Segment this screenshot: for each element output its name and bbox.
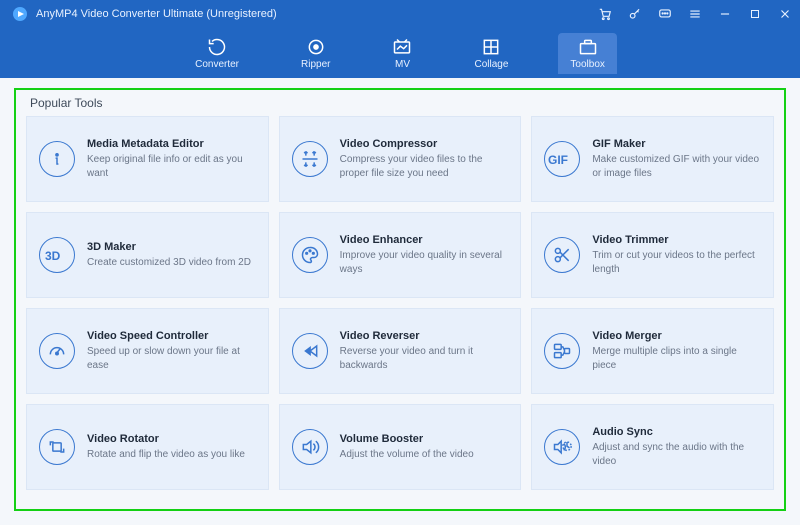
titlebar-row: AnyMP4 Video Converter Ultimate (Unregis… (0, 0, 800, 28)
app-window: AnyMP4 Video Converter Ultimate (Unregis… (0, 0, 800, 525)
tool-text: Video Speed Controller Speed up or slow d… (87, 330, 256, 372)
tool-text: Media Metadata Editor Keep original file … (87, 138, 256, 180)
tool-title: Audio Sync (592, 426, 761, 438)
tool-card-video-speed-controller[interactable]: Video Speed Controller Speed up or slow d… (26, 308, 269, 394)
tool-title: Video Merger (592, 330, 761, 342)
tool-card-video-rotator[interactable]: Video Rotator Rotate and flip the video a… (26, 404, 269, 490)
tool-card-3d-maker[interactable]: 3D 3D Maker Create customized 3D video fro… (26, 212, 269, 298)
app-title: AnyMP4 Video Converter Ultimate (Unregis… (36, 8, 598, 20)
info-icon (39, 141, 75, 177)
tool-desc: Merge multiple clips into a single piece (592, 345, 761, 372)
merge-icon (544, 333, 580, 369)
tool-card-video-trimmer[interactable]: Video Trimmer Trim or cut your videos to … (531, 212, 774, 298)
tool-desc: Reverse your video and turn it backwards (340, 345, 509, 372)
tool-title: Video Rotator (87, 433, 256, 445)
tool-text: Video Enhancer Improve your video quality… (340, 234, 509, 276)
tool-title: Volume Booster (340, 433, 509, 445)
compress-icon (292, 141, 328, 177)
tool-desc: Compress your video files to the proper … (340, 153, 509, 180)
tab-label: Toolbox (570, 59, 604, 70)
speed-icon (39, 333, 75, 369)
tab-label: Ripper (301, 59, 330, 70)
tool-title: Video Compressor (340, 138, 509, 150)
tool-title: Media Metadata Editor (87, 138, 256, 150)
tool-desc: Trim or cut your videos to the perfect l… (592, 249, 761, 276)
body: Popular Tools Media Metadata Editor Keep … (0, 78, 800, 525)
tool-desc: Create customized 3D video from 2D (87, 256, 256, 270)
tool-text: 3D Maker Create customized 3D video from … (87, 241, 256, 270)
tool-text: Video Merger Merge multiple clips into a … (592, 330, 761, 372)
tool-card-video-reverser[interactable]: Video Reverser Reverse your video and tur… (279, 308, 522, 394)
tool-desc: Improve your video quality in several wa… (340, 249, 509, 276)
tab-collage[interactable]: Collage (462, 33, 520, 74)
scissors-icon (544, 237, 580, 273)
tool-title: Video Reverser (340, 330, 509, 342)
window-buttons (598, 7, 792, 21)
tool-text: Audio Sync Adjust and sync the audio with… (592, 426, 761, 468)
tab-label: Collage (474, 59, 508, 70)
tool-desc: Keep original file info or edit as you w… (87, 153, 256, 180)
tab-converter[interactable]: Converter (183, 33, 251, 74)
tool-text: Video Reverser Reverse your video and tur… (340, 330, 509, 372)
minimize-button[interactable] (718, 7, 732, 21)
tool-card-video-compressor[interactable]: Video Compressor Compress your video file… (279, 116, 522, 202)
gif-icon: GIF (544, 141, 580, 177)
app-logo-icon (12, 6, 28, 22)
chat-icon[interactable] (658, 7, 672, 21)
titlebar: AnyMP4 Video Converter Ultimate (Unregis… (0, 0, 800, 78)
tool-desc: Adjust the volume of the video (340, 448, 509, 462)
popular-tools-panel: Popular Tools Media Metadata Editor Keep … (14, 88, 786, 511)
tool-text: Volume Booster Adjust the volume of the v… (340, 433, 509, 462)
tab-collage-icon (481, 37, 501, 57)
tab-ripper[interactable]: Ripper (289, 33, 342, 74)
tool-title: Video Enhancer (340, 234, 509, 246)
tab-toolbox[interactable]: Toolbox (558, 33, 616, 74)
tool-desc: Make customized GIF with your video or i… (592, 153, 761, 180)
close-button[interactable] (778, 7, 792, 21)
tool-card-video-enhancer[interactable]: Video Enhancer Improve your video quality… (279, 212, 522, 298)
tool-title: GIF Maker (592, 138, 761, 150)
tool-card-media-metadata-editor[interactable]: Media Metadata Editor Keep original file … (26, 116, 269, 202)
maximize-button[interactable] (748, 7, 762, 21)
tab-ripper-icon (306, 37, 326, 57)
tool-card-volume-booster[interactable]: Volume Booster Adjust the volume of the v… (279, 404, 522, 490)
tab-toolbox-icon (578, 37, 598, 57)
tool-card-gif-maker[interactable]: GIF GIF Maker Make customized GIF with you… (531, 116, 774, 202)
cart-icon[interactable] (598, 7, 612, 21)
tool-text: Video Trimmer Trim or cut your videos to … (592, 234, 761, 276)
svg-text:3D: 3D (45, 249, 61, 263)
tool-text: Video Compressor Compress your video file… (340, 138, 509, 180)
volume-icon (292, 429, 328, 465)
rotate-icon (39, 429, 75, 465)
tool-card-audio-sync[interactable]: Audio Sync Adjust and sync the audio with… (531, 404, 774, 490)
tool-desc: Rotate and flip the video as you like (87, 448, 256, 462)
tool-title: 3D Maker (87, 241, 256, 253)
palette-icon (292, 237, 328, 273)
tab-mv-icon (392, 37, 412, 57)
tool-card-video-merger[interactable]: Video Merger Merge multiple clips into a … (531, 308, 774, 394)
tool-text: GIF Maker Make customized GIF with your v… (592, 138, 761, 180)
tool-title: Video Trimmer (592, 234, 761, 246)
reverse-icon (292, 333, 328, 369)
tools-grid: Media Metadata Editor Keep original file … (26, 116, 774, 490)
tool-desc: Speed up or slow down your file at ease (87, 345, 256, 372)
tool-text: Video Rotator Rotate and flip the video a… (87, 433, 256, 462)
tool-desc: Adjust and sync the audio with the video (592, 441, 761, 468)
tab-label: Converter (195, 59, 239, 70)
3d-icon: 3D (39, 237, 75, 273)
main-tabs: Converter Ripper MV Collage Toolbox (0, 28, 800, 78)
section-title: Popular Tools (30, 96, 774, 110)
svg-text:GIF: GIF (548, 153, 568, 167)
tab-label: MV (395, 59, 410, 70)
key-icon[interactable] (628, 7, 642, 21)
tool-title: Video Speed Controller (87, 330, 256, 342)
tab-mv[interactable]: MV (380, 33, 424, 74)
tab-converter-icon (207, 37, 227, 57)
menu-icon[interactable] (688, 7, 702, 21)
sync-icon (544, 429, 580, 465)
